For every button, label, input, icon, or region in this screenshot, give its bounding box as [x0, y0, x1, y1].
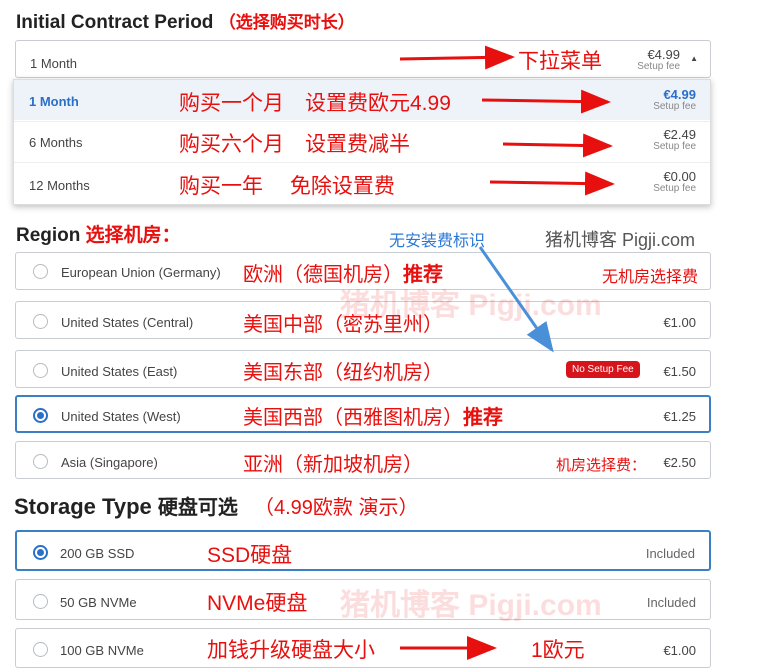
arrow-dropdown — [399, 45, 515, 70]
arrow-6-months — [502, 133, 613, 158]
arrow-12-months — [489, 171, 615, 196]
annotation-arrows — [399, 45, 615, 660]
arrow-1-month — [481, 89, 611, 114]
arrow-no-fee — [478, 246, 554, 353]
